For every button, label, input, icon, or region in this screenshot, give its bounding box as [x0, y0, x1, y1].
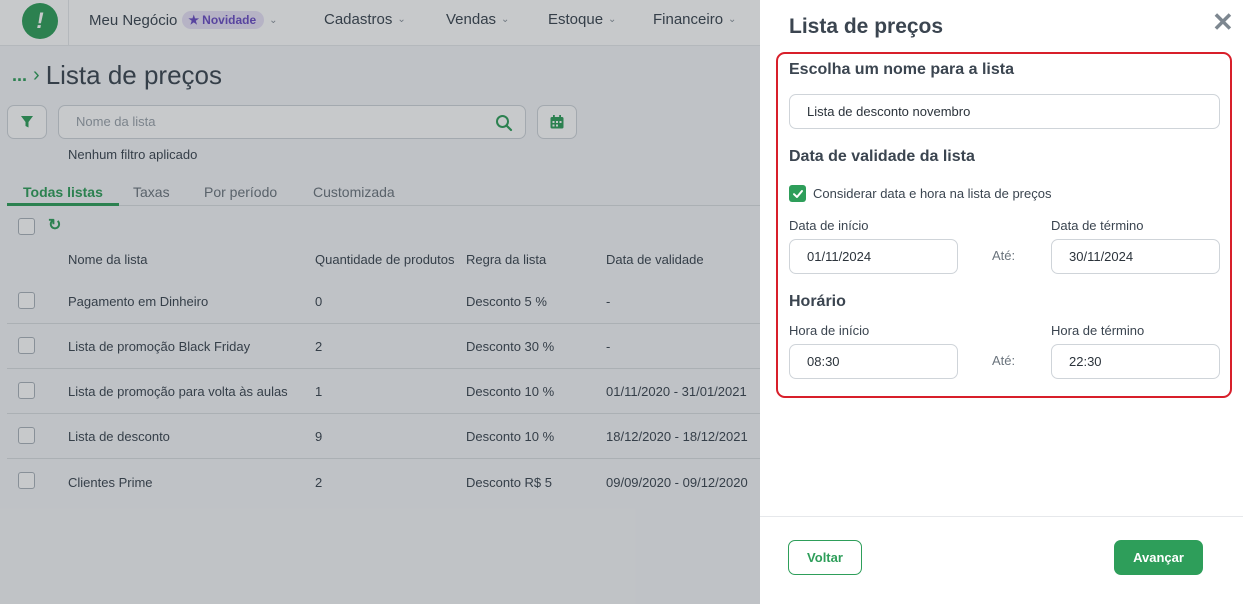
price-list-panel: Lista de preços ✕ Escolha um nome para a…	[760, 0, 1243, 604]
start-date-field[interactable]	[789, 239, 958, 274]
panel-title: Lista de preços	[789, 15, 944, 38]
end-date-field[interactable]	[1051, 239, 1220, 274]
end-date-label: Data de término	[1051, 218, 1144, 233]
start-date-input[interactable]	[807, 249, 949, 264]
end-time-field[interactable]	[1051, 344, 1220, 379]
start-date-label: Data de início	[789, 218, 869, 233]
start-time-label: Hora de início	[789, 323, 870, 338]
list-name-field[interactable]	[789, 94, 1220, 129]
back-button[interactable]: Voltar	[788, 540, 862, 575]
date-until-label: Até:	[992, 248, 1016, 263]
modal-backdrop[interactable]	[0, 0, 760, 604]
start-time-input[interactable]	[807, 354, 949, 369]
close-icon[interactable]: ✕	[1212, 9, 1234, 35]
end-time-input[interactable]	[1069, 354, 1211, 369]
consider-datetime-checkbox[interactable]	[789, 185, 806, 202]
time-until-label: Até:	[992, 353, 1016, 368]
next-button[interactable]: Avançar	[1114, 540, 1203, 575]
checkmark-icon	[792, 189, 803, 198]
footer-divider	[760, 516, 1243, 517]
start-time-field[interactable]	[789, 344, 958, 379]
end-date-input[interactable]	[1069, 249, 1211, 264]
name-section-heading: Escolha um nome para a lista	[789, 61, 1014, 78]
list-name-input[interactable]	[807, 104, 1172, 119]
validity-section-heading: Data de validade da lista	[789, 148, 975, 165]
end-time-label: Hora de término	[1051, 323, 1145, 338]
consider-datetime-label[interactable]: Considerar data e hora na lista de preço…	[813, 186, 1051, 201]
time-section-heading: Horário	[789, 293, 846, 310]
